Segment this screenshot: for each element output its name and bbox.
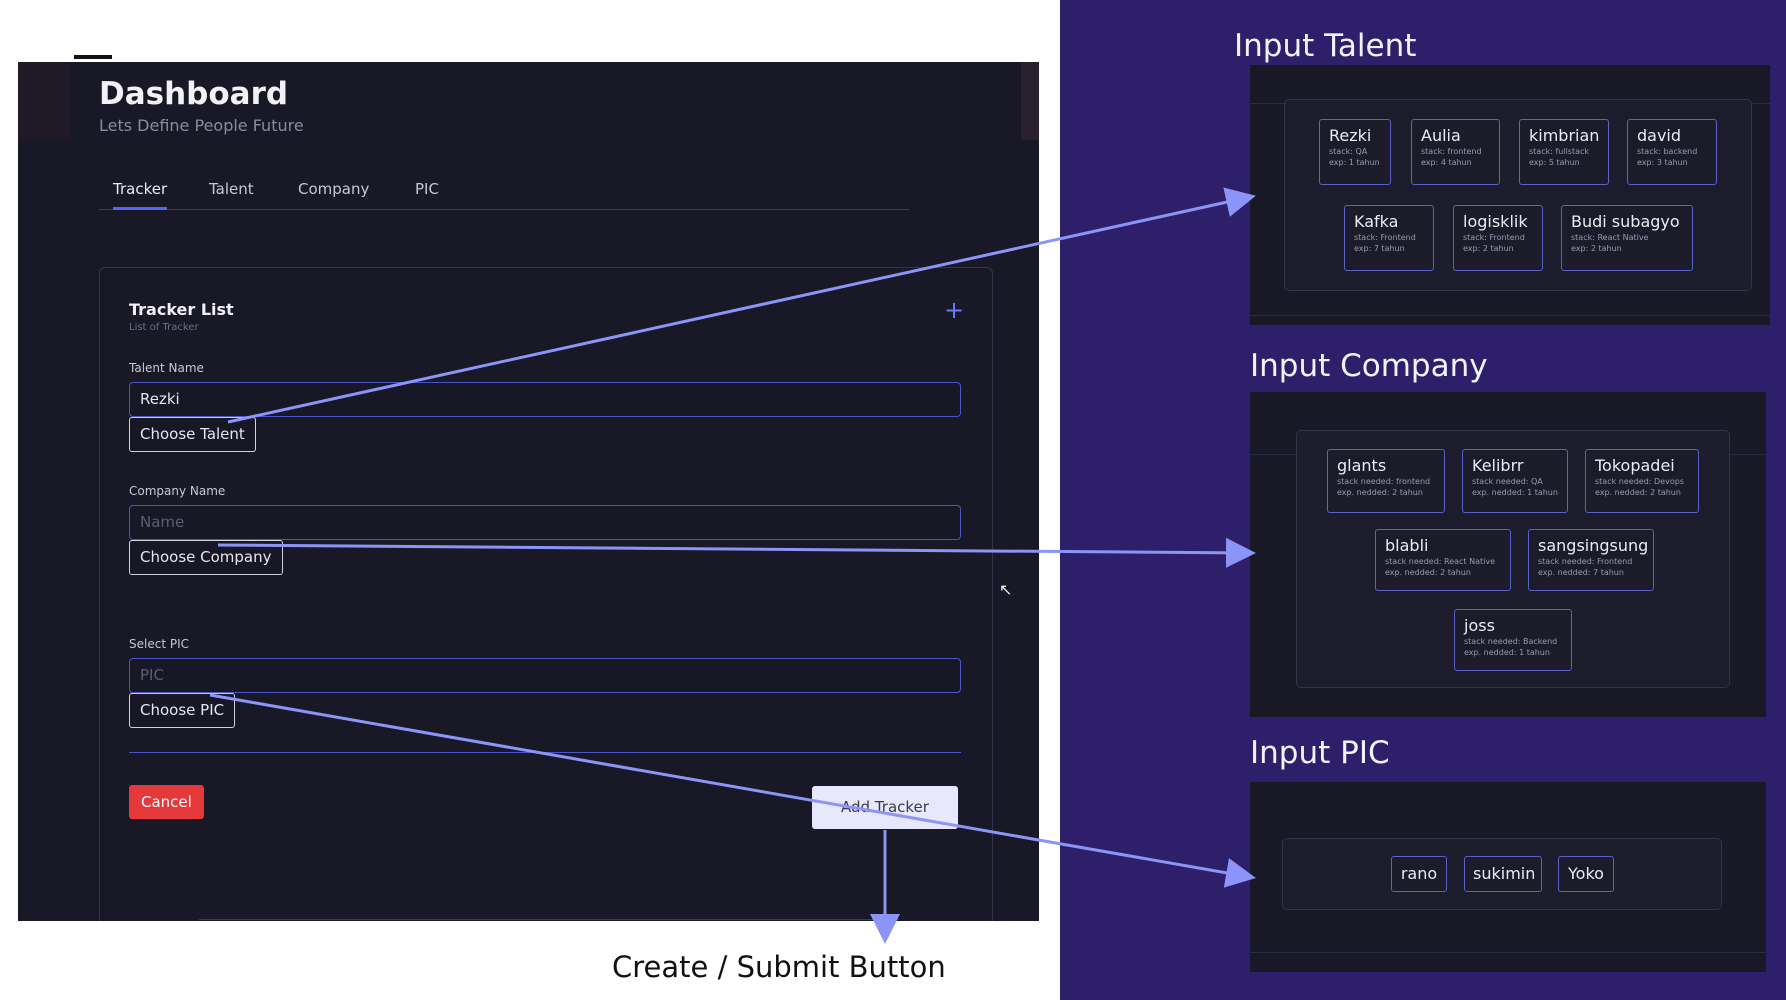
page-subtitle: Lets Define People Future xyxy=(99,116,304,135)
talent-chip[interactable]: david stack: backend exp: 3 tahun xyxy=(1627,119,1717,185)
tab-pic[interactable]: PIC xyxy=(415,180,439,210)
talent-chip[interactable]: Rezki stack: QA exp: 1 tahun xyxy=(1319,119,1391,185)
choose-company-button[interactable]: Choose Company xyxy=(129,540,283,575)
annotation-panel: Input Talent Rezki stack: QA exp: 1 tahu… xyxy=(1060,0,1786,1000)
company-name-input[interactable]: Name xyxy=(129,505,961,540)
tab-company[interactable]: Company xyxy=(298,180,369,210)
company-chip[interactable]: sangsingsung stack needed: Frontend exp.… xyxy=(1528,529,1654,591)
page-title: Dashboard xyxy=(99,76,289,112)
company-chip[interactable]: joss stack needed: Backend exp. nedded: … xyxy=(1454,609,1572,671)
tab-talent[interactable]: Talent xyxy=(209,180,254,210)
talent-chip[interactable]: Budi subagyo stack: React Native exp: 2 … xyxy=(1561,205,1693,271)
cancel-button[interactable]: Cancel xyxy=(129,785,204,819)
pic-chip[interactable]: rano xyxy=(1391,856,1447,892)
talent-list: Rezki stack: QA exp: 1 tahun Aulia stack… xyxy=(1284,99,1752,291)
talent-chip[interactable]: Kafka stack: Frontend exp: 7 tahun xyxy=(1344,205,1434,271)
choose-talent-button[interactable]: Choose Talent xyxy=(129,417,256,452)
pic-input[interactable]: PIC xyxy=(129,658,961,693)
talent-chip[interactable]: kimbrian stack: fullstack exp: 5 tahun xyxy=(1519,119,1609,185)
talent-name-label: Talent Name xyxy=(129,361,204,375)
form-divider xyxy=(129,752,961,753)
talent-chip[interactable]: Aulia stack: frontend exp: 4 tahun xyxy=(1411,119,1500,185)
tracker-form-card: Tracker List List of Tracker + Talent Na… xyxy=(99,267,993,921)
dashboard-screen: Dashboard Lets Define People Future Trac… xyxy=(18,62,1039,921)
company-list: glants stack needed: frontend exp. nedde… xyxy=(1296,430,1730,688)
company-name-label: Company Name xyxy=(129,484,226,498)
company-chip[interactable]: Tokopadei stack needed: Devops exp. nedd… xyxy=(1585,449,1699,513)
tab-tracker[interactable]: Tracker xyxy=(113,180,168,210)
window-dash-mark xyxy=(74,55,112,59)
input-pic-title: Input PIC xyxy=(1250,735,1390,771)
choose-pic-button[interactable]: Choose PIC xyxy=(129,693,236,728)
corner-decoration xyxy=(18,62,70,140)
card-bottom-line xyxy=(199,919,899,920)
pic-chip[interactable]: Yoko xyxy=(1558,856,1614,892)
input-talent-title: Input Talent xyxy=(1234,28,1417,64)
company-modal-shot: glants stack needed: frontend exp. nedde… xyxy=(1250,392,1766,717)
company-chip[interactable]: blabli stack needed: React Native exp. n… xyxy=(1375,529,1511,591)
company-chip[interactable]: Kelibrr stack needed: QA exp. nedded: 1 … xyxy=(1462,449,1568,513)
company-chip[interactable]: glants stack needed: frontend exp. nedde… xyxy=(1327,449,1445,513)
pic-list: rano sukimin Yoko xyxy=(1282,838,1722,910)
card-title: Tracker List xyxy=(129,300,234,319)
talent-name-input[interactable]: Rezki xyxy=(129,382,961,417)
plus-icon[interactable]: + xyxy=(944,298,964,322)
talent-modal-shot: Rezki stack: QA exp: 1 tahun Aulia stack… xyxy=(1250,65,1770,325)
submit-caption: Create / Submit Button xyxy=(612,950,946,984)
select-pic-label: Select PIC xyxy=(129,637,189,651)
card-subtitle: List of Tracker xyxy=(129,322,199,333)
input-company-title: Input Company xyxy=(1250,348,1488,384)
add-tracker-button[interactable]: Add Tracker xyxy=(812,786,958,829)
talent-chip[interactable]: logisklik stack: Frontend exp: 2 tahun xyxy=(1453,205,1543,271)
pic-modal-shot: rano sukimin Yoko xyxy=(1250,782,1766,972)
tab-bar: Tracker Talent Company PIC xyxy=(99,180,909,210)
mouse-cursor-icon: ↖ xyxy=(999,580,1013,599)
pic-chip[interactable]: sukimin xyxy=(1464,856,1542,892)
corner-decoration xyxy=(1021,62,1039,140)
